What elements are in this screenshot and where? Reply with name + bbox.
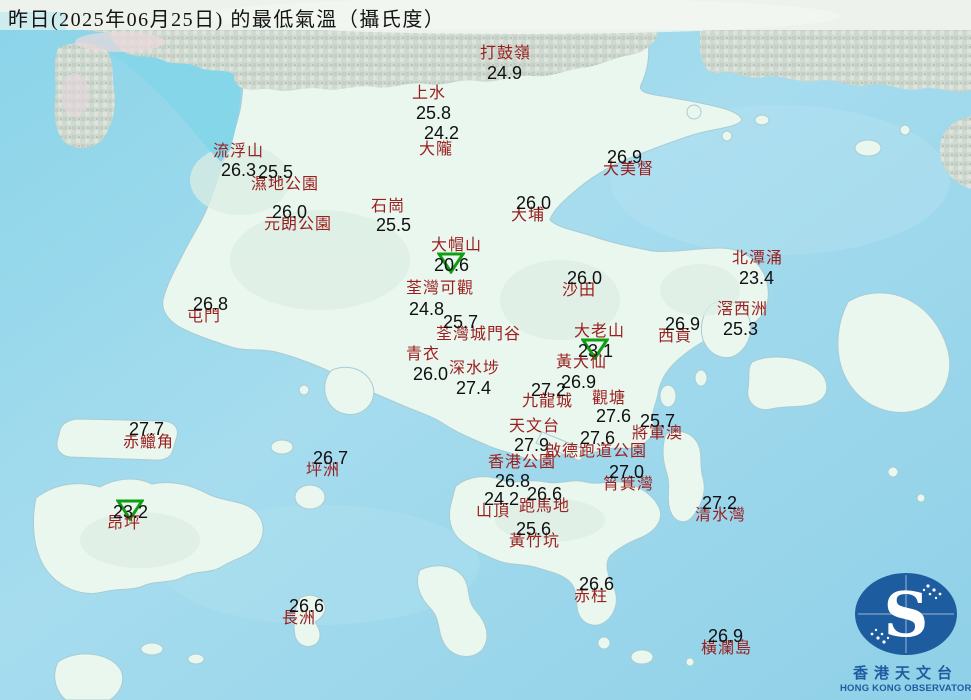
station-temp: 25.8 xyxy=(416,103,452,123)
station-name: 北潭涌 xyxy=(732,250,784,267)
station-name: 香港公園 xyxy=(488,454,557,471)
hko-logo-icon: S xyxy=(854,573,957,655)
station-temp: 25.7 xyxy=(640,411,676,431)
station-name: 荃灣可觀 xyxy=(406,280,475,297)
station-temp: 23.2 xyxy=(113,502,149,522)
station-temp: 25.5 xyxy=(258,162,294,182)
station-temp: 26.9 xyxy=(607,147,643,167)
station-temp: 26.6 xyxy=(289,596,325,616)
station-temp: 26.0 xyxy=(567,268,603,288)
station-temp: 27.0 xyxy=(609,462,645,482)
station-temp: 27.6 xyxy=(580,428,616,448)
hko-logo-name-en: HONG KONG OBSERVATORY xyxy=(840,683,971,694)
station-name: 大帽山 xyxy=(431,237,483,254)
station-temp: 26.0 xyxy=(413,364,449,384)
station-temp: 20.6 xyxy=(434,255,470,275)
station-temp: 26.8 xyxy=(193,294,229,314)
station-temp: 25.3 xyxy=(723,319,759,339)
station-name: 流浮山 xyxy=(213,143,265,160)
station-temp: 23.4 xyxy=(739,268,775,288)
station-temp: 24.9 xyxy=(487,63,523,83)
station-temp: 27.2 xyxy=(702,493,738,513)
hko-logo: S 香港天文台 HONG KONG OBSERVATORY xyxy=(840,570,971,694)
station-temp: 26.9 xyxy=(561,372,597,392)
station-temp: 24.8 xyxy=(409,299,445,319)
station-temp: 25.5 xyxy=(376,215,412,235)
station-name: 天文台 xyxy=(509,418,561,435)
station-temp: 26.6 xyxy=(527,484,563,504)
svg-text:S: S xyxy=(883,578,928,651)
stations-layer: 打鼓嶺 24.9 上水 25.8 大隴 24.2 流浮山 26.3 濕地公園 25.5 元朗公園 26… xyxy=(0,0,971,700)
hko-logo-name-zh: 香港天文台 xyxy=(852,666,958,682)
station-temp: 27.9 xyxy=(514,435,550,455)
station-temp: 26.0 xyxy=(516,193,552,213)
station-temp: 25.6 xyxy=(516,519,552,539)
station-temp: 24.2 xyxy=(424,123,460,143)
station-name: 滘西洲 xyxy=(717,301,769,318)
station-name: 青衣 xyxy=(406,346,441,363)
station-temp: 26.8 xyxy=(495,471,531,491)
station-temp: 26.0 xyxy=(272,202,308,222)
station-temp: 26.7 xyxy=(313,448,349,468)
station-temp: 26.9 xyxy=(665,314,701,334)
station-temp: 27.2 xyxy=(531,380,567,400)
station-name: 大隴 xyxy=(419,141,454,158)
station-name: 打鼓嶺 xyxy=(480,45,532,62)
station-name: 深水埗 xyxy=(449,360,501,377)
station-temp: 25.7 xyxy=(443,312,479,332)
station-name: 黃大仙 xyxy=(556,354,608,371)
station-temp: 27.6 xyxy=(596,406,632,426)
station-name: 石崗 xyxy=(371,198,406,215)
station-temp: 24.2 xyxy=(484,489,520,509)
station-name: 大老山 xyxy=(574,323,626,340)
station-temp: 27.7 xyxy=(129,419,165,439)
station-temp: 26.9 xyxy=(708,626,744,646)
station-temp: 26.6 xyxy=(579,574,615,594)
station-name: 觀塘 xyxy=(592,390,627,407)
station-name: 上水 xyxy=(412,85,447,102)
station-temp: 27.4 xyxy=(456,378,492,398)
